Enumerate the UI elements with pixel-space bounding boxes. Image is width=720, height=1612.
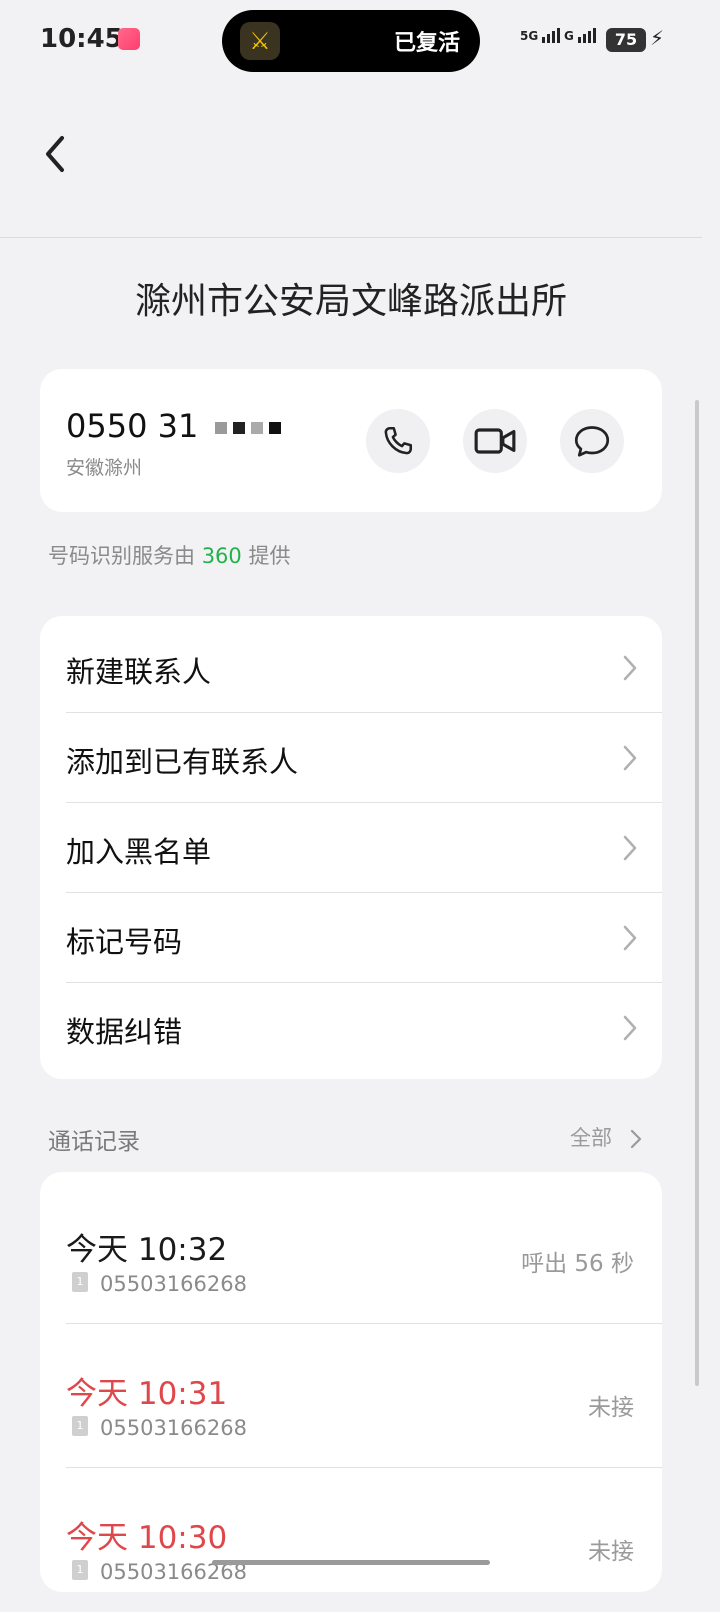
menu-item-new-contact[interactable]: 新建联系人 — [40, 623, 662, 713]
sword-game-icon: ⚔ — [240, 22, 280, 60]
message-icon — [574, 426, 610, 457]
video-call-button[interactable] — [463, 409, 527, 473]
call-number: 05503166268 — [100, 1416, 247, 1440]
header-divider — [0, 237, 702, 238]
menu-item-label: 新建联系人 — [66, 655, 212, 689]
charging-icon: ⚡ — [650, 26, 665, 50]
message-button[interactable] — [560, 409, 624, 473]
call-status: 未接 — [588, 1395, 634, 1421]
menu-item-add-existing[interactable]: 添加到已有联系人 — [40, 713, 662, 803]
menu-item-label: 标记号码 — [66, 925, 183, 959]
chevron-right-icon — [623, 1015, 637, 1041]
menu-item-label: 添加到已有联系人 — [66, 745, 299, 779]
call-number: 05503166268 — [100, 1272, 247, 1296]
call-status: 未接 — [588, 1539, 634, 1565]
call-status: 呼出 56 秒 — [521, 1251, 634, 1277]
contact-title: 滁州市公安局文峰路派出所 — [134, 281, 567, 322]
call-log-item[interactable]: 今天 10:30 1 05503166268 未接 — [40, 1468, 662, 1612]
phone-number-text: 0550 31 — [66, 407, 199, 445]
menu-item-data-correction[interactable]: 数据纠错 — [40, 983, 662, 1073]
call-time: 今天 10:30 — [66, 1520, 228, 1556]
signal-g-icon: G — [564, 28, 598, 43]
app-notification-icon — [118, 28, 140, 50]
call-log-item[interactable]: 今天 10:32 1 05503166268 呼出 56 秒 — [40, 1180, 662, 1324]
dynamic-island-text: 已复活 — [393, 31, 460, 56]
call-time: 今天 10:31 — [66, 1376, 228, 1412]
call-log-title: 通话记录 — [48, 1129, 140, 1155]
phone-number[interactable]: 0550 31 — [66, 407, 281, 445]
all-label: 全部 — [570, 1126, 612, 1150]
chevron-right-icon — [623, 835, 637, 861]
provider-note: 号码识别服务由 360 提供 — [48, 540, 290, 570]
call-log-item[interactable]: 今天 10:31 1 05503166268 未接 — [40, 1324, 662, 1468]
scrollbar[interactable] — [695, 400, 699, 1386]
chevron-right-icon — [623, 655, 637, 681]
status-time: 10:45 — [40, 24, 123, 54]
menu-item-label: 加入黑名单 — [66, 835, 212, 869]
chevron-right-icon — [623, 925, 637, 951]
number-region: 安徽滁州 — [66, 457, 143, 479]
video-icon — [474, 428, 516, 454]
battery-icon: 75 — [606, 28, 646, 52]
menu-item-blacklist[interactable]: 加入黑名单 — [40, 803, 662, 893]
sim-card-icon: 1 — [72, 1560, 88, 1580]
chevron-right-icon — [623, 745, 637, 771]
sim-card-icon: 1 — [72, 1272, 88, 1292]
provider-brand: 360 — [201, 544, 242, 568]
call-time: 今天 10:32 — [66, 1232, 228, 1268]
phone-icon — [384, 426, 413, 455]
call-log-all-link[interactable]: 全部 — [570, 1122, 643, 1152]
dynamic-island[interactable]: ⚔ 已复活 — [222, 10, 480, 72]
sim-card-icon: 1 — [72, 1416, 88, 1436]
provider-prefix: 号码识别服务由 — [48, 544, 195, 568]
back-button[interactable] — [42, 134, 66, 181]
home-indicator[interactable] — [212, 1560, 490, 1565]
call-button[interactable] — [366, 409, 430, 473]
menu-item-label: 数据纠错 — [66, 1015, 183, 1049]
signal-5g-icon: 5G — [520, 28, 562, 43]
provider-suffix: 提供 — [248, 544, 291, 568]
chevron-right-icon — [630, 1129, 641, 1149]
menu-item-mark-number[interactable]: 标记号码 — [40, 893, 662, 983]
back-arrow-icon — [46, 136, 64, 172]
